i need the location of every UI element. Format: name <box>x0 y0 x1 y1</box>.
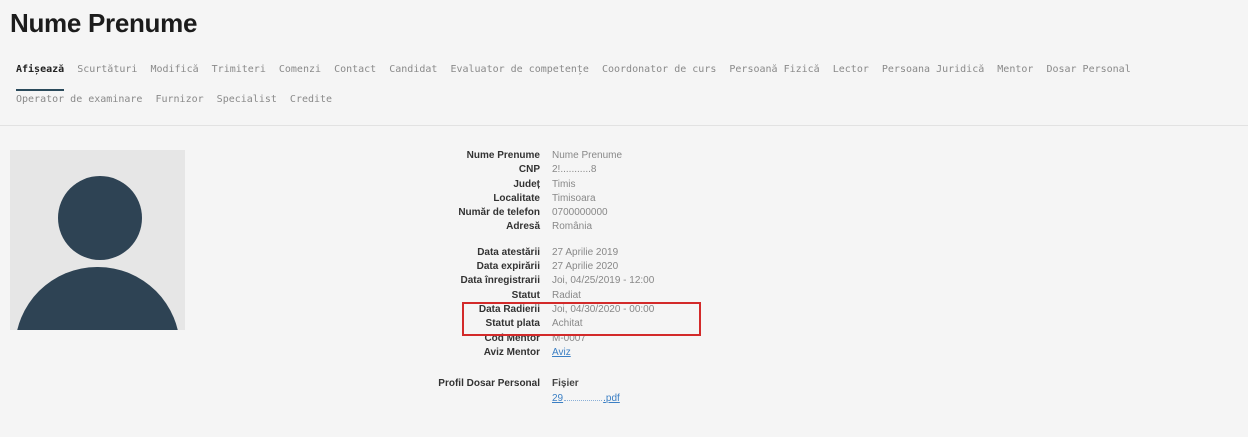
field-value: Timis <box>552 178 576 190</box>
tab-afiseaza[interactable]: Afișează <box>16 64 65 91</box>
file-header: Fișier <box>552 378 579 390</box>
field-row: Număr de telefon 0700000000 <box>390 206 654 220</box>
tab-coordonator-de-curs[interactable]: Coordonator de curs <box>602 64 716 75</box>
file-cell: Fișier 29 .pdf <box>552 377 620 407</box>
tab-scurtaturi[interactable]: Scurtături <box>77 64 137 75</box>
avatar-body-shape <box>15 267 180 330</box>
field-value: 27 Aprilie 2020 <box>552 261 619 273</box>
tab-bar: Afișează Scurtături Modifică Trimiteri C… <box>16 64 1236 124</box>
tab-operator-de-examinare[interactable]: Operator de examinare <box>16 94 142 105</box>
dosar-row: Profil Dosar Personal Fișier 29 .pdf <box>390 377 654 407</box>
tab-candidat[interactable]: Candidat <box>389 64 437 75</box>
field-row: Adresă România <box>390 220 654 234</box>
tab-modifica[interactable]: Modifică <box>150 64 198 75</box>
avatar-head-shape <box>58 176 142 260</box>
field-value: România <box>552 221 593 233</box>
highlight-box <box>462 302 701 336</box>
field-row: Județ Timis <box>390 178 654 192</box>
field-row: Localitate Timisoara <box>390 192 654 206</box>
file-prefix: 29 <box>552 393 564 405</box>
field-row: Aviz Mentor Aviz <box>390 346 654 360</box>
field-label: Localitate <box>493 192 540 204</box>
field-label: Nume Prenume <box>466 150 540 161</box>
field-value: 0700000000 <box>552 207 608 219</box>
field-row: Data înregistrarii Joi, 04/25/2019 - 12:0… <box>390 274 655 288</box>
tab-row-1: Afișează Scurtături Modifică Trimiteri C… <box>16 64 1236 94</box>
tab-furnizor[interactable]: Furnizor <box>155 94 203 105</box>
field-label: Data expirării <box>476 261 540 273</box>
field-label: Data înregistrarii <box>460 275 540 287</box>
tabs-divider <box>0 125 1248 126</box>
field-label: Aviz Mentor <box>483 346 540 358</box>
field-label: CNP <box>518 164 540 176</box>
tab-specialist[interactable]: Specialist <box>217 94 277 105</box>
field-label: Profil Dosar Personal <box>438 378 540 390</box>
tab-trimiteri[interactable]: Trimiteri <box>212 64 266 75</box>
field-label: Adresă <box>506 221 540 233</box>
file-ext: pdf <box>605 393 620 405</box>
profile-details: Nume Prenume Nume Prenume CNP 2!..........… <box>390 149 654 407</box>
tab-comenzi[interactable]: Comenzi <box>279 64 321 75</box>
tab-evaluator-de-competente[interactable]: Evaluator de competențe <box>450 64 588 75</box>
field-label: Județ <box>513 178 540 190</box>
field-value: 27 Aprilie 2019 <box>552 246 619 258</box>
field-value: Nume Prenume <box>552 150 623 161</box>
redacted-mask <box>564 391 603 402</box>
tab-contact[interactable]: Contact <box>334 64 376 75</box>
tab-persoana-juridica[interactable]: Persoana Juridică <box>882 64 984 75</box>
status-value: Radiat <box>552 289 581 301</box>
tab-dosar-personal[interactable]: Dosar Personal <box>1046 64 1130 75</box>
tab-credite[interactable]: Credite <box>290 94 332 105</box>
field-row: Data atestării 27 Aprilie 2019 <box>390 246 654 260</box>
status-row: Statut Radiat <box>390 289 654 303</box>
field-value: 2!...........8 <box>552 164 597 176</box>
tab-row-2: Operator de examinare Furnizor Specialis… <box>16 94 1236 124</box>
tab-lector[interactable]: Lector <box>833 64 869 75</box>
tab-mentor[interactable]: Mentor <box>997 64 1033 75</box>
field-label: Număr de telefon <box>458 207 540 219</box>
field-row: Data expirării 27 Aprilie 2020 <box>390 260 654 274</box>
field-value: Joi, 04/25/2019 - 12:00 <box>552 275 655 287</box>
file-link[interactable]: 29 .pdf <box>552 393 620 404</box>
page-title: Nume Prenume <box>10 8 198 38</box>
avatar <box>10 150 185 330</box>
field-value: Timisoara <box>552 192 596 204</box>
field-row: CNP 2!...........8 <box>390 163 654 177</box>
field-label: Statut <box>511 289 540 301</box>
aviz-link[interactable]: Aviz <box>552 346 571 360</box>
tab-persoana-fizica[interactable]: Persoană Fizică <box>729 64 819 75</box>
field-label: Data atestării <box>477 246 540 258</box>
field-row: Nume Prenume Nume Prenume <box>390 149 654 163</box>
